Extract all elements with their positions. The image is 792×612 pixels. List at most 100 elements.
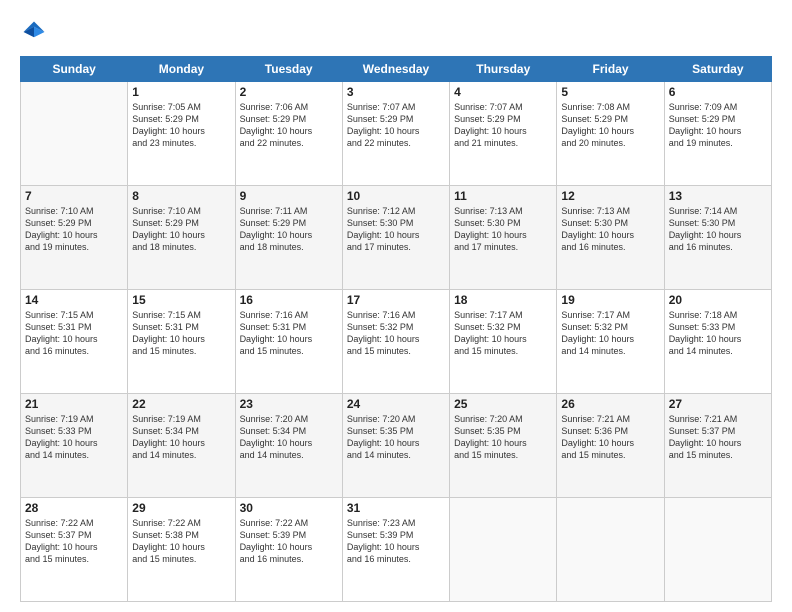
calendar-cell: 29Sunrise: 7:22 AM Sunset: 5:38 PM Dayli… (128, 498, 235, 602)
page: SundayMondayTuesdayWednesdayThursdayFrid… (0, 0, 792, 612)
cell-info: Sunrise: 7:13 AM Sunset: 5:30 PM Dayligh… (561, 205, 659, 254)
cell-info: Sunrise: 7:14 AM Sunset: 5:30 PM Dayligh… (669, 205, 767, 254)
weekday-header-sunday: Sunday (21, 57, 128, 82)
cell-info: Sunrise: 7:06 AM Sunset: 5:29 PM Dayligh… (240, 101, 338, 150)
calendar-cell (450, 498, 557, 602)
day-number: 29 (132, 501, 230, 515)
cell-info: Sunrise: 7:21 AM Sunset: 5:37 PM Dayligh… (669, 413, 767, 462)
calendar-cell: 5 Sunrise: 7:08 AM Sunset: 5:29 PM Daylig… (557, 82, 664, 186)
day-number: 15 (132, 293, 230, 307)
calendar-cell: 18 Sunrise: 7:17 AM Sunset: 5:32 PM Dayli… (450, 290, 557, 394)
calendar-cell: 21Sunrise: 7:19 AM Sunset: 5:33 PM Dayli… (21, 394, 128, 498)
cell-info: Sunrise: 7:20 AM Sunset: 5:35 PM Dayligh… (454, 413, 552, 462)
weekday-header-friday: Friday (557, 57, 664, 82)
weekday-header-saturday: Saturday (664, 57, 771, 82)
calendar-week-1: 1 Sunrise: 7:05 AM Sunset: 5:29 PM Daylig… (21, 82, 772, 186)
calendar-week-4: 21Sunrise: 7:19 AM Sunset: 5:33 PM Dayli… (21, 394, 772, 498)
day-number: 7 (25, 189, 123, 203)
cell-info: Sunrise: 7:19 AM Sunset: 5:33 PM Dayligh… (25, 413, 123, 462)
day-number: 8 (132, 189, 230, 203)
calendar-cell: 19 Sunrise: 7:17 AM Sunset: 5:32 PM Dayli… (557, 290, 664, 394)
day-number: 22 (132, 397, 230, 411)
calendar-cell: 9 Sunrise: 7:11 AM Sunset: 5:29 PM Daylig… (235, 186, 342, 290)
logo (20, 18, 52, 46)
cell-info: Sunrise: 7:16 AM Sunset: 5:32 PM Dayligh… (347, 309, 445, 358)
cell-info: Sunrise: 7:17 AM Sunset: 5:32 PM Dayligh… (454, 309, 552, 358)
cell-info: Sunrise: 7:20 AM Sunset: 5:34 PM Dayligh… (240, 413, 338, 462)
calendar-cell: 23 Sunrise: 7:20 AM Sunset: 5:34 PM Dayli… (235, 394, 342, 498)
cell-info: Sunrise: 7:05 AM Sunset: 5:29 PM Dayligh… (132, 101, 230, 150)
cell-info: Sunrise: 7:15 AM Sunset: 5:31 PM Dayligh… (132, 309, 230, 358)
cell-info: Sunrise: 7:21 AM Sunset: 5:36 PM Dayligh… (561, 413, 659, 462)
cell-info: Sunrise: 7:15 AM Sunset: 5:31 PM Dayligh… (25, 309, 123, 358)
day-number: 27 (669, 397, 767, 411)
calendar-cell: 12Sunrise: 7:13 AM Sunset: 5:30 PM Dayli… (557, 186, 664, 290)
day-number: 11 (454, 189, 552, 203)
cell-info: Sunrise: 7:16 AM Sunset: 5:31 PM Dayligh… (240, 309, 338, 358)
day-number: 13 (669, 189, 767, 203)
calendar-week-2: 7 Sunrise: 7:10 AM Sunset: 5:29 PM Daylig… (21, 186, 772, 290)
weekday-header-monday: Monday (128, 57, 235, 82)
calendar-cell: 15 Sunrise: 7:15 AM Sunset: 5:31 PM Dayli… (128, 290, 235, 394)
day-number: 9 (240, 189, 338, 203)
day-number: 3 (347, 85, 445, 99)
day-number: 10 (347, 189, 445, 203)
day-number: 20 (669, 293, 767, 307)
calendar-cell (664, 498, 771, 602)
day-number: 6 (669, 85, 767, 99)
day-number: 28 (25, 501, 123, 515)
calendar-cell: 28 Sunrise: 7:22 AM Sunset: 5:37 PM Dayli… (21, 498, 128, 602)
calendar-cell: 11 Sunrise: 7:13 AM Sunset: 5:30 PM Dayli… (450, 186, 557, 290)
cell-info: Sunrise: 7:18 AM Sunset: 5:33 PM Dayligh… (669, 309, 767, 358)
calendar-cell: 3 Sunrise: 7:07 AM Sunset: 5:29 PM Daylig… (342, 82, 449, 186)
cell-info: Sunrise: 7:10 AM Sunset: 5:29 PM Dayligh… (132, 205, 230, 254)
cell-info: Sunrise: 7:22 AM Sunset: 5:39 PM Dayligh… (240, 517, 338, 566)
calendar-cell: 8 Sunrise: 7:10 AM Sunset: 5:29 PM Daylig… (128, 186, 235, 290)
cell-info: Sunrise: 7:09 AM Sunset: 5:29 PM Dayligh… (669, 101, 767, 150)
cell-info: Sunrise: 7:08 AM Sunset: 5:29 PM Dayligh… (561, 101, 659, 150)
weekday-header-thursday: Thursday (450, 57, 557, 82)
calendar-cell: 22 Sunrise: 7:19 AM Sunset: 5:34 PM Dayli… (128, 394, 235, 498)
calendar-cell: 31Sunrise: 7:23 AM Sunset: 5:39 PM Dayli… (342, 498, 449, 602)
calendar-cell: 24 Sunrise: 7:20 AM Sunset: 5:35 PM Dayli… (342, 394, 449, 498)
day-number: 19 (561, 293, 659, 307)
day-number: 25 (454, 397, 552, 411)
calendar-cell: 26Sunrise: 7:21 AM Sunset: 5:36 PM Dayli… (557, 394, 664, 498)
day-number: 30 (240, 501, 338, 515)
day-number: 5 (561, 85, 659, 99)
day-number: 23 (240, 397, 338, 411)
cell-info: Sunrise: 7:17 AM Sunset: 5:32 PM Dayligh… (561, 309, 659, 358)
calendar-cell: 25 Sunrise: 7:20 AM Sunset: 5:35 PM Dayli… (450, 394, 557, 498)
calendar-cell: 7 Sunrise: 7:10 AM Sunset: 5:29 PM Daylig… (21, 186, 128, 290)
day-number: 24 (347, 397, 445, 411)
calendar-cell: 14 Sunrise: 7:15 AM Sunset: 5:31 PM Dayli… (21, 290, 128, 394)
day-number: 1 (132, 85, 230, 99)
cell-info: Sunrise: 7:07 AM Sunset: 5:29 PM Dayligh… (454, 101, 552, 150)
day-number: 14 (25, 293, 123, 307)
weekday-header-wednesday: Wednesday (342, 57, 449, 82)
calendar-cell (21, 82, 128, 186)
calendar-cell: 13 Sunrise: 7:14 AM Sunset: 5:30 PM Dayli… (664, 186, 771, 290)
day-number: 18 (454, 293, 552, 307)
calendar-week-3: 14 Sunrise: 7:15 AM Sunset: 5:31 PM Dayli… (21, 290, 772, 394)
cell-info: Sunrise: 7:23 AM Sunset: 5:39 PM Dayligh… (347, 517, 445, 566)
cell-info: Sunrise: 7:19 AM Sunset: 5:34 PM Dayligh… (132, 413, 230, 462)
calendar-cell: 2Sunrise: 7:06 AM Sunset: 5:29 PM Daylig… (235, 82, 342, 186)
cell-info: Sunrise: 7:22 AM Sunset: 5:37 PM Dayligh… (25, 517, 123, 566)
calendar-cell: 1 Sunrise: 7:05 AM Sunset: 5:29 PM Daylig… (128, 82, 235, 186)
cell-info: Sunrise: 7:20 AM Sunset: 5:35 PM Dayligh… (347, 413, 445, 462)
calendar-cell: 4 Sunrise: 7:07 AM Sunset: 5:29 PM Daylig… (450, 82, 557, 186)
calendar-cell (557, 498, 664, 602)
day-number: 16 (240, 293, 338, 307)
cell-info: Sunrise: 7:12 AM Sunset: 5:30 PM Dayligh… (347, 205, 445, 254)
cell-info: Sunrise: 7:11 AM Sunset: 5:29 PM Dayligh… (240, 205, 338, 254)
calendar-week-5: 28 Sunrise: 7:22 AM Sunset: 5:37 PM Dayli… (21, 498, 772, 602)
cell-info: Sunrise: 7:13 AM Sunset: 5:30 PM Dayligh… (454, 205, 552, 254)
calendar-cell: 6 Sunrise: 7:09 AM Sunset: 5:29 PM Daylig… (664, 82, 771, 186)
logo-icon (20, 18, 48, 46)
weekday-header-row: SundayMondayTuesdayWednesdayThursdayFrid… (21, 57, 772, 82)
cell-info: Sunrise: 7:10 AM Sunset: 5:29 PM Dayligh… (25, 205, 123, 254)
cell-info: Sunrise: 7:07 AM Sunset: 5:29 PM Dayligh… (347, 101, 445, 150)
calendar-cell: 20 Sunrise: 7:18 AM Sunset: 5:33 PM Dayli… (664, 290, 771, 394)
day-number: 4 (454, 85, 552, 99)
